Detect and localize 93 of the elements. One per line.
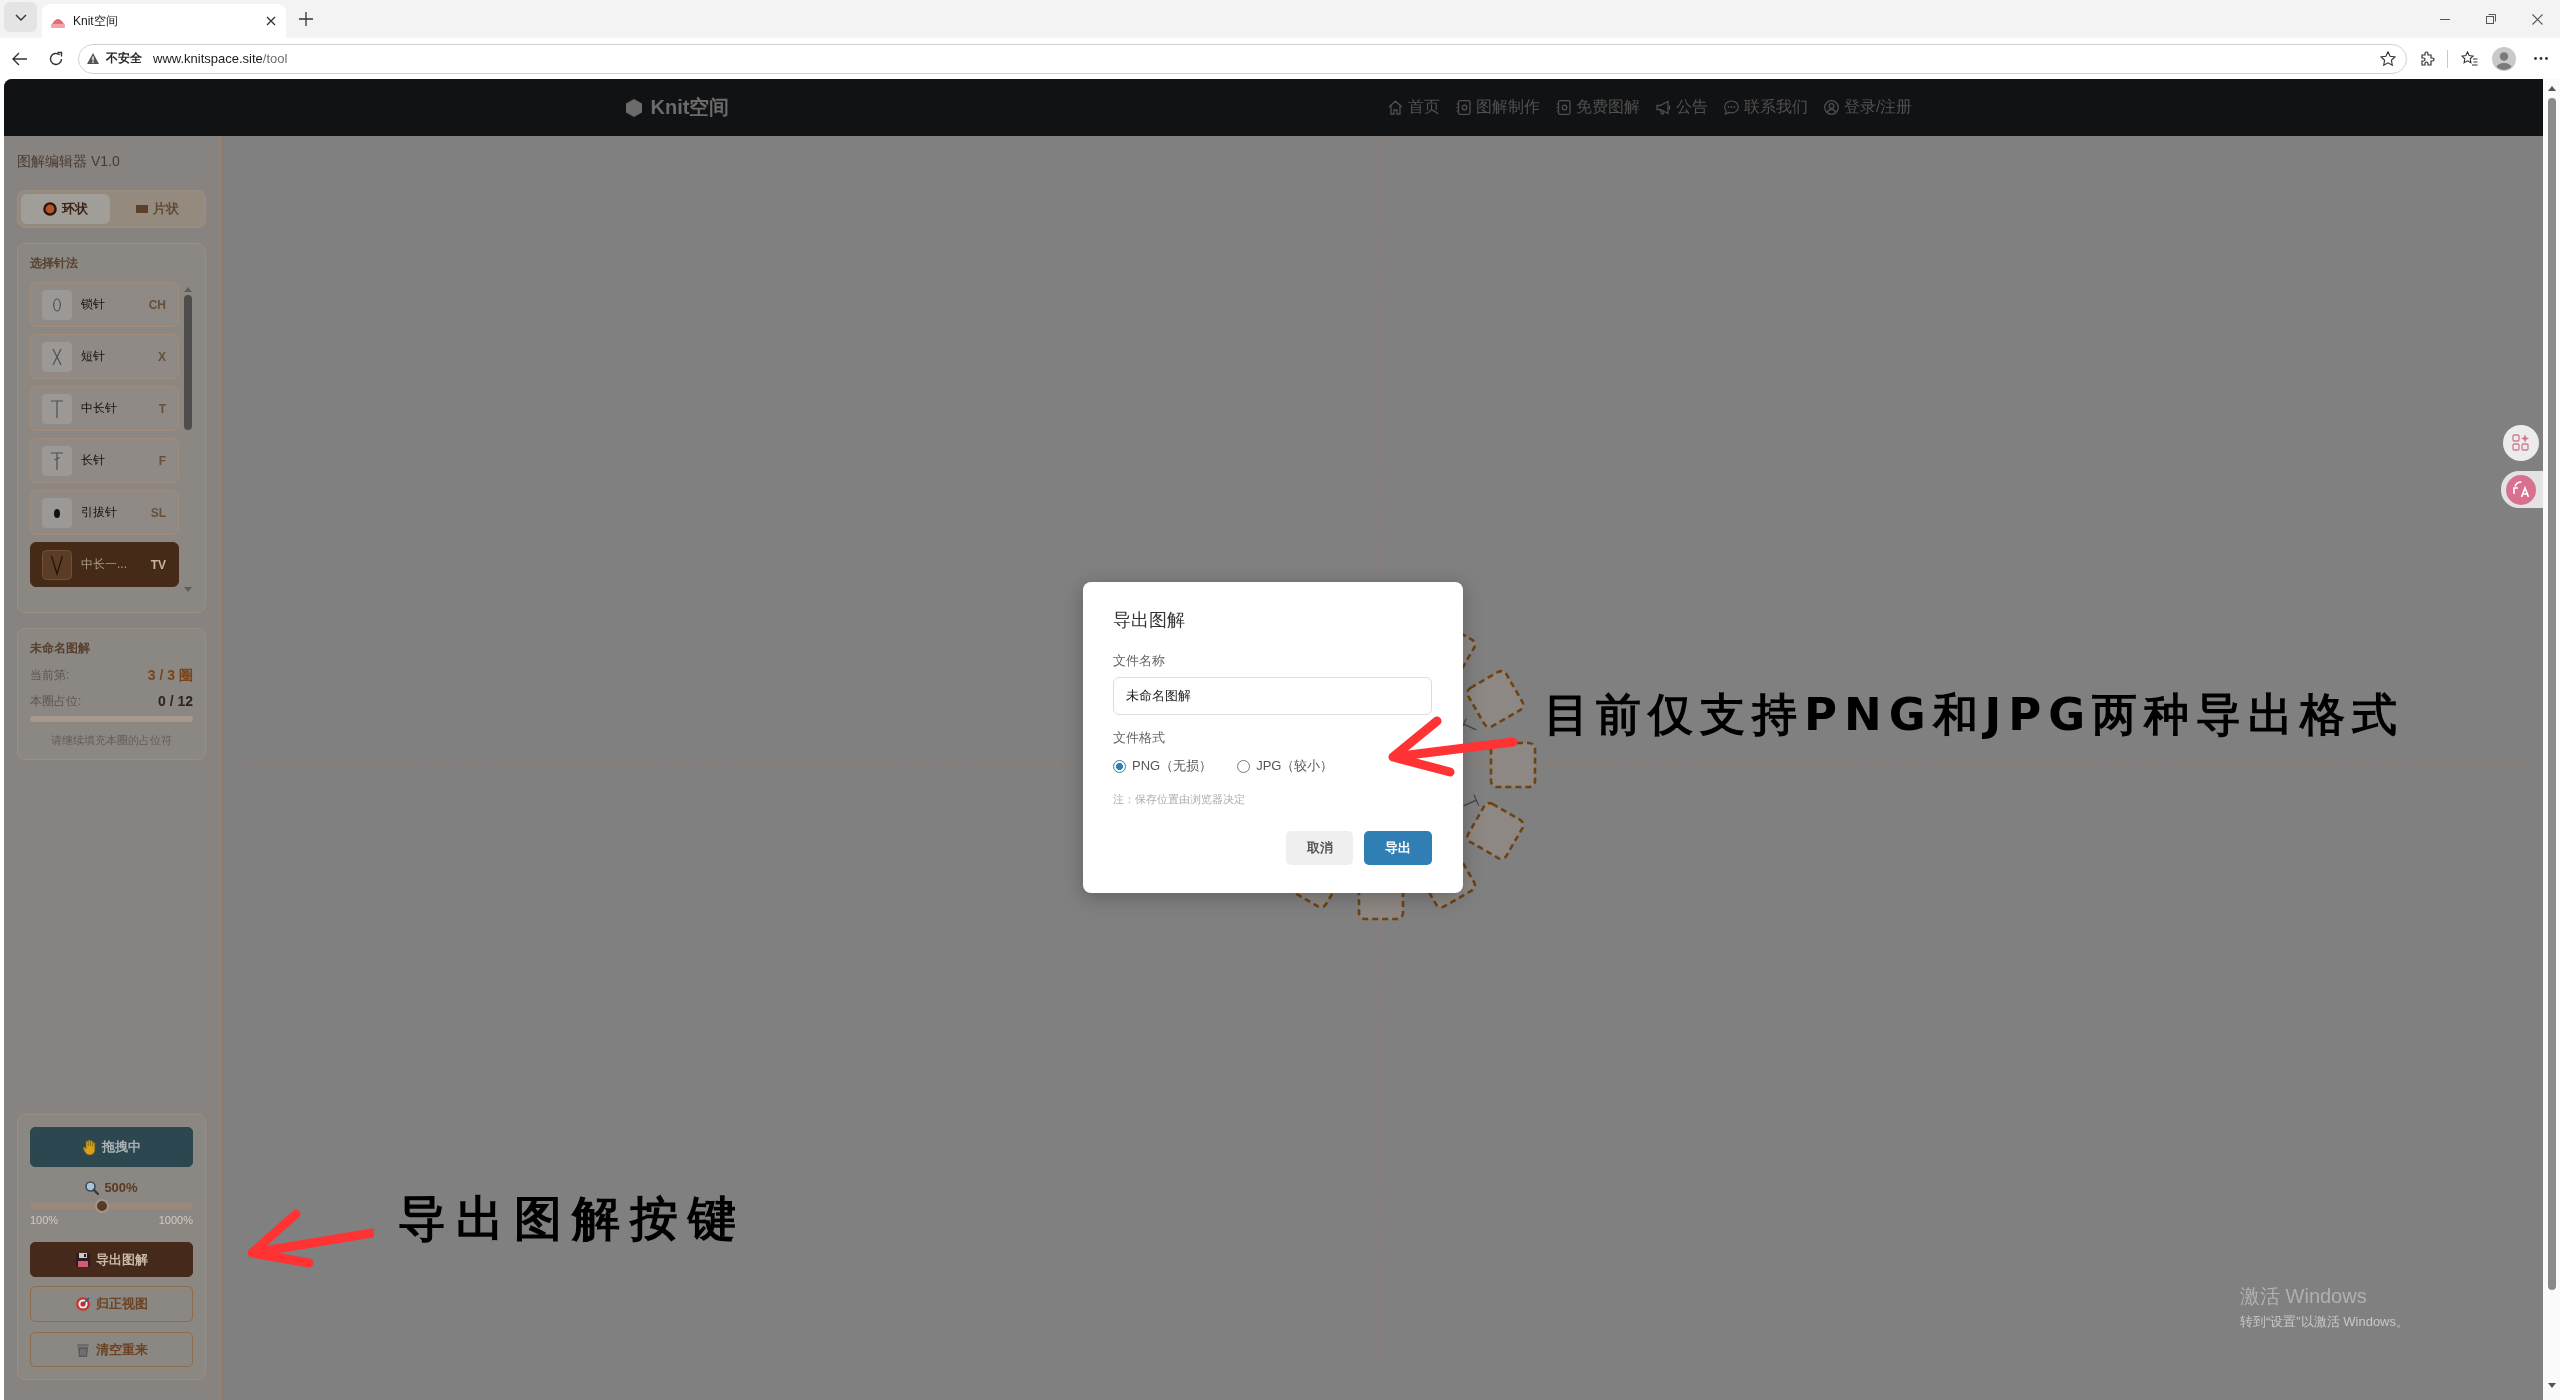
scroll-down-icon[interactable]: [2547, 1383, 2556, 1388]
format-option[interactable]: PNG（无损）: [1113, 756, 1213, 776]
minimize-icon[interactable]: [2440, 18, 2450, 20]
new-tab-icon[interactable]: [299, 12, 313, 26]
t-stitch-icon: [42, 393, 72, 424]
reload-icon[interactable]: [48, 50, 64, 67]
close-icon[interactable]: [2531, 13, 2543, 25]
stitch-code: X: [158, 349, 166, 364]
notebook-icon: [1556, 100, 1572, 115]
zoom-slider[interactable]: [30, 1199, 193, 1213]
magnifier-icon: [85, 1181, 100, 1195]
annotation-text: 目前仅支持PNG和JPG两种导出格式: [1544, 688, 2405, 742]
hand-icon: [82, 1139, 96, 1155]
stitch-code: TV: [150, 557, 166, 572]
t-stitch-icon: [1460, 718, 1477, 731]
cancel-button[interactable]: 取消: [1286, 831, 1353, 865]
site-logo[interactable]: Knit空间: [625, 94, 730, 121]
format-option[interactable]: JPG（较小）: [1237, 756, 1334, 776]
cross-stitch-icon: [42, 341, 72, 372]
dialog-title: 导出图解: [1113, 609, 1186, 632]
stitch-name: 中长针: [81, 400, 117, 417]
stitch-name: 引拔针: [81, 504, 117, 521]
home-icon: [1388, 100, 1404, 115]
stitch-code: SL: [150, 505, 166, 520]
stitch-code: F: [158, 453, 166, 468]
crossed-t-stitch-icon: [42, 445, 72, 476]
stitch-code: T: [158, 401, 166, 416]
annotation-text: 导出图解按键: [398, 1190, 746, 1248]
stitch-item[interactable]: 引拔针 SL: [30, 490, 179, 535]
stitch-name: 锁针: [81, 296, 105, 313]
tab-list-button[interactable]: [4, 2, 37, 32]
panel-title: 选择针法: [30, 255, 79, 272]
scrollbar-thumb[interactable]: [184, 295, 192, 430]
warning-icon: [87, 53, 99, 64]
drag-mode-button[interactable]: 拖拽中: [30, 1127, 193, 1167]
zoom-level-text: 500%: [104, 1179, 138, 1197]
tab-title: Knit空间: [73, 12, 118, 30]
slider-max-label: 1000%: [158, 1214, 193, 1227]
slider-min-label: 100%: [30, 1214, 59, 1227]
star-icon[interactable]: [2380, 51, 2396, 66]
user-circle-icon: [1824, 100, 1840, 115]
browser-tab[interactable]: Knit空间: [42, 4, 286, 38]
target-icon: [75, 1297, 90, 1311]
close-icon[interactable]: [266, 16, 276, 26]
stat-value: 3 / 3 圈: [147, 666, 193, 684]
v-stitch-icon: [42, 549, 72, 580]
note-text: 注：保存位置由浏览器决定: [1113, 792, 1246, 807]
puzzle-icon[interactable]: [2419, 50, 2435, 67]
stitch-name: 中长一...: [81, 556, 127, 573]
t-stitch-icon: [1463, 794, 1480, 807]
security-label: 不安全: [106, 50, 142, 67]
megaphone-icon: [1656, 100, 1672, 115]
stat-value: 0 / 12: [157, 692, 193, 710]
stitch-name: 长针: [81, 452, 105, 469]
grid-sparkle-icon[interactable]: [2503, 425, 2539, 461]
mode-tab[interactable]: 环状: [21, 194, 110, 224]
back-arrow-icon[interactable]: [12, 51, 28, 66]
trash-can-icon: [75, 1342, 90, 1357]
ring-icon: [43, 202, 57, 216]
rectangle-icon: [136, 205, 148, 213]
dot-stitch-icon: [42, 497, 72, 528]
url-text: www.knitspace.site/tool: [153, 51, 288, 66]
diagram-title: 未命名图解: [30, 640, 91, 657]
stitch-item[interactable]: 中长一... TV: [30, 542, 179, 587]
stitch-code: CH: [148, 297, 166, 312]
oval-stitch-icon: [42, 289, 72, 320]
filename-input[interactable]: 未命名图解: [1113, 677, 1432, 715]
hexagon-icon: [625, 98, 642, 117]
scroll-up-icon[interactable]: [2547, 86, 2556, 91]
chevron-down-icon: [14, 13, 27, 21]
translate-icon[interactable]: [2506, 474, 2536, 505]
watermark-hint: 转到“设置”以激活 Windows。: [2240, 1313, 2409, 1331]
chat-bubble-icon: [1724, 100, 1740, 115]
radio-button[interactable]: [1237, 759, 1251, 773]
stitch-item[interactable]: 长针 F: [30, 438, 179, 483]
avatar-icon[interactable]: [2492, 46, 2516, 71]
export-confirm-button[interactable]: 导出: [1364, 831, 1432, 865]
stitch-item[interactable]: 中长针 T: [30, 386, 179, 431]
slider-thumb[interactable]: [94, 1199, 109, 1213]
notebook-icon: [1456, 100, 1472, 115]
field-label: 文件名称: [1113, 652, 1166, 670]
dashed-slot: [1489, 741, 1537, 789]
stitch-item[interactable]: 短针 X: [30, 334, 179, 379]
more-icon[interactable]: [2534, 57, 2548, 60]
stitch-name: 短针: [81, 348, 105, 365]
field-label: 文件格式: [1113, 729, 1166, 747]
favorites-icon[interactable]: [2461, 51, 2478, 66]
scrollbar-thumb[interactable]: [2547, 98, 2556, 1290]
stitch-item[interactable]: 锁针 CH: [30, 282, 179, 327]
editor-title: 图解编辑器 V1.0: [17, 152, 121, 171]
export-button[interactable]: 导出图解: [30, 1242, 193, 1277]
radio-button[interactable]: [1113, 759, 1126, 773]
restore-icon[interactable]: [2486, 14, 2496, 24]
